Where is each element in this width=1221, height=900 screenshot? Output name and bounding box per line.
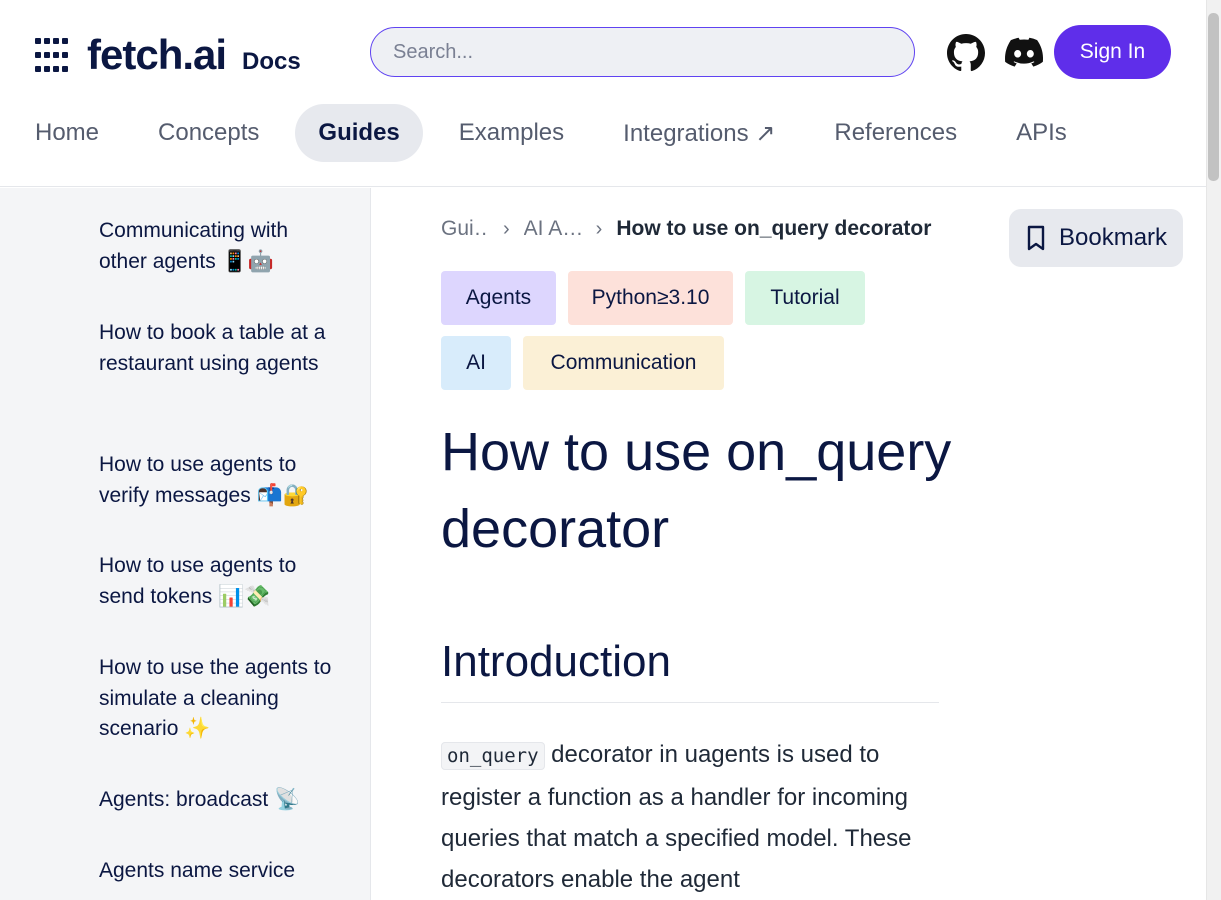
page-scrollbar-thumb[interactable]	[1208, 13, 1219, 181]
search-input[interactable]	[370, 27, 915, 77]
nav-concepts[interactable]: Concepts	[135, 104, 282, 162]
nav-integrations[interactable]: Integrations ↗	[600, 104, 798, 162]
tag-communication[interactable]: Communication	[523, 336, 724, 390]
sidebar-item-broadcast[interactable]: Agents: broadcast 📡	[99, 785, 339, 816]
tag-agents[interactable]: Agents	[441, 271, 556, 325]
chevron-right-icon: ›	[595, 217, 603, 240]
discord-icon[interactable]	[1005, 36, 1043, 68]
breadcrumb-current: How to use on_query decorator	[616, 217, 932, 240]
bookmark-button[interactable]: Bookmark	[1009, 209, 1183, 267]
bookmark-icon	[1027, 225, 1045, 251]
fetchai-logo[interactable]: fetch.ai Docs	[35, 34, 301, 76]
breadcrumb-item-guides[interactable]: Gui…	[441, 217, 489, 241]
sidebar-item-verify-messages[interactable]: How to use agents to verify messages 📬🔐	[99, 450, 339, 511]
nav-apis[interactable]: APIs	[993, 104, 1090, 162]
inline-code: on_query	[441, 742, 545, 770]
sidebar-item-communicating[interactable]: Communicating with other agents 📱🤖	[99, 216, 339, 277]
logo-dots-icon	[35, 38, 69, 72]
chevron-right-icon: ›	[503, 217, 510, 240]
sidebar-item-cleaning-scenario[interactable]: How to use the agents to simulate a clea…	[99, 653, 339, 745]
nav-home[interactable]: Home	[12, 104, 122, 162]
nav-references[interactable]: References	[811, 104, 980, 162]
top-header: fetch.ai Docs Sign In Home Concepts Guid…	[0, 0, 1206, 187]
nav-examples[interactable]: Examples	[436, 104, 587, 162]
intro-paragraph: on_query decorator in uagents is used to…	[441, 734, 931, 900]
sign-in-button[interactable]: Sign In	[1054, 25, 1171, 79]
bookmark-label: Bookmark	[1059, 224, 1168, 251]
section-heading-introduction: Introduction	[441, 632, 939, 703]
tag-python[interactable]: Python≥3.10	[568, 271, 733, 325]
sidebar: Communicating with other agents 📱🤖 How t…	[0, 188, 371, 900]
sidebar-item-send-tokens[interactable]: How to use agents to send tokens 📊💸	[99, 551, 339, 612]
page-title: How to use on_query decorator	[441, 422, 952, 559]
breadcrumb: Gui… › AI A… › How to use on_query decor…	[441, 217, 931, 241]
logo-text: fetch.ai	[87, 31, 227, 78]
nav-guides[interactable]: Guides	[295, 104, 423, 162]
tag-tutorial[interactable]: Tutorial	[745, 271, 865, 325]
tag-ai[interactable]: AI	[441, 336, 511, 390]
sidebar-item-book-table[interactable]: How to book a table at a restaurant usin…	[99, 318, 339, 379]
github-icon[interactable]	[947, 34, 985, 72]
breadcrumb-item-ai-agents[interactable]: AI A…	[524, 217, 582, 241]
sidebar-item-name-service[interactable]: Agents name service	[99, 856, 339, 887]
logo-docs-label: Docs	[242, 48, 301, 75]
main-nav: Home Concepts Guides Examples Integratio…	[12, 104, 1103, 162]
